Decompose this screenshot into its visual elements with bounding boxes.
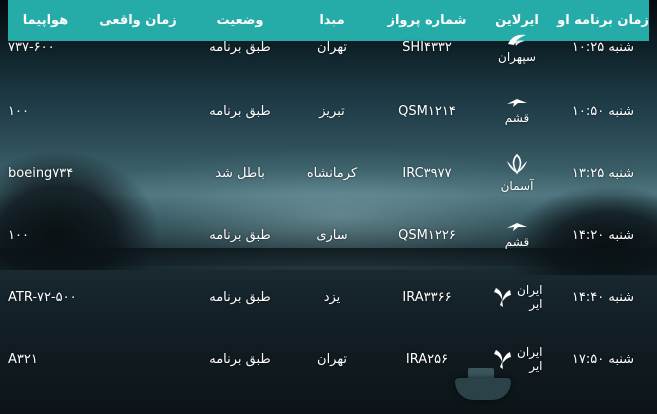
cell-origin: تبریز — [319, 103, 345, 119]
qeshm-logo-icon — [507, 99, 527, 107]
airline-name: ایران ایر — [517, 283, 543, 311]
airline-name: قشم — [504, 111, 530, 125]
cell-flight-no: IRA۳۳۶۶ — [402, 289, 452, 305]
cell-flight-no: IRC۳۹۷۷ — [402, 165, 452, 181]
sepehran-logo-icon — [508, 34, 526, 46]
cell-scheduled-time: شنبه ۱۰:۵۰ — [571, 103, 635, 119]
cell-airline: سپهران — [477, 32, 557, 64]
table-row[interactable]: شنبه ۱۴:۴۰ ایران ایر IRA۳۳۶۶ یزد طبق برن… — [8, 266, 649, 328]
airline-name: قشم — [504, 235, 530, 249]
cell-scheduled-time: شنبه ۱۳:۲۵ — [571, 165, 635, 181]
cell-origin: تهران — [317, 351, 347, 367]
table-row[interactable]: شنبه ۱۰:۵۰ قشم QSM۱۲۱۴ تبریز طبق برنامه … — [8, 80, 649, 142]
table-row[interactable]: شنبه ۱۴:۲۰ قشم QSM۱۲۲۶ ساری طبق برنامه ۱… — [8, 204, 649, 266]
cell-flight-no: QSM۱۲۲۶ — [398, 227, 456, 243]
cell-status: طبق برنامه — [209, 40, 271, 55]
airline-name: سپهران — [498, 49, 536, 64]
airline-logo: ایران ایر — [492, 283, 543, 311]
cell-scheduled-time: شنبه ۱۷:۵۰ — [571, 351, 635, 367]
cell-status: طبق برنامه — [209, 351, 271, 367]
table-row[interactable]: شنبه ۱۳:۲۵ آسمان IRC۳۹۷۷ کرمانشاه باطل ش… — [8, 142, 649, 204]
cell-airline: قشم — [477, 97, 557, 125]
cell-airline: ایران ایر — [477, 345, 557, 373]
iranair-logo-icon — [493, 350, 511, 369]
cell-aircraft: ۱۰۰ — [8, 227, 29, 243]
cell-status: طبق برنامه — [209, 289, 271, 305]
cell-scheduled-time: شنبه ۱۰:۲۵ — [571, 40, 635, 55]
cell-aircraft: ATR-۷۲-۵۰۰ — [8, 289, 77, 305]
cell-status: طبق برنامه — [209, 103, 271, 119]
flights-table: زمان برنامه او ایرلاین شماره پرواز مبدا … — [0, 0, 657, 414]
table-row[interactable]: شنبه ۱۰:۲۵ سپهران SHI۴۳۳۲ تهران طبق برنا… — [8, 15, 649, 80]
cell-status: طبق برنامه — [209, 227, 271, 243]
cell-flight-no: IRA۲۵۶ — [405, 351, 449, 367]
table-row[interactable]: شنبه ۱۷:۵۰ ایران ایر IRA۲۵۶ تهران طبق بر… — [8, 328, 649, 390]
cell-aircraft: ۱۰۰ — [8, 103, 29, 119]
cell-airline: آسمان — [477, 153, 557, 193]
airline-name: ایران ایر — [517, 345, 543, 373]
aseman-logo-icon — [507, 153, 527, 175]
cell-origin: کرمانشاه — [306, 165, 358, 181]
cell-scheduled-time: شنبه ۱۴:۴۰ — [571, 289, 635, 305]
cell-origin: ساری — [316, 227, 348, 243]
cell-status: باطل شد — [215, 165, 265, 181]
cell-flight-no: QSM۱۲۱۴ — [398, 103, 456, 119]
iranair-logo-icon — [493, 288, 511, 307]
cell-aircraft: ۷۳۷-۶۰۰ — [8, 40, 55, 55]
qeshm-logo-icon — [507, 223, 527, 231]
cell-scheduled-time: شنبه ۱۴:۲۰ — [571, 227, 635, 243]
cell-aircraft: A۳۲۱ — [8, 351, 38, 367]
cell-aircraft: boeing۷۳۴ — [8, 165, 74, 181]
cell-airline: قشم — [477, 221, 557, 249]
airline-logo: ایران ایر — [492, 345, 543, 373]
cell-origin: تهران — [317, 40, 347, 55]
cell-flight-no: SHI۴۳۳۲ — [402, 40, 452, 55]
table-body: شنبه ۱۰:۲۵ سپهران SHI۴۳۳۲ تهران طبق برنا… — [8, 34, 649, 390]
cell-origin: یزد — [323, 289, 341, 305]
cell-airline: ایران ایر — [477, 283, 557, 311]
airline-name: آسمان — [500, 179, 534, 193]
